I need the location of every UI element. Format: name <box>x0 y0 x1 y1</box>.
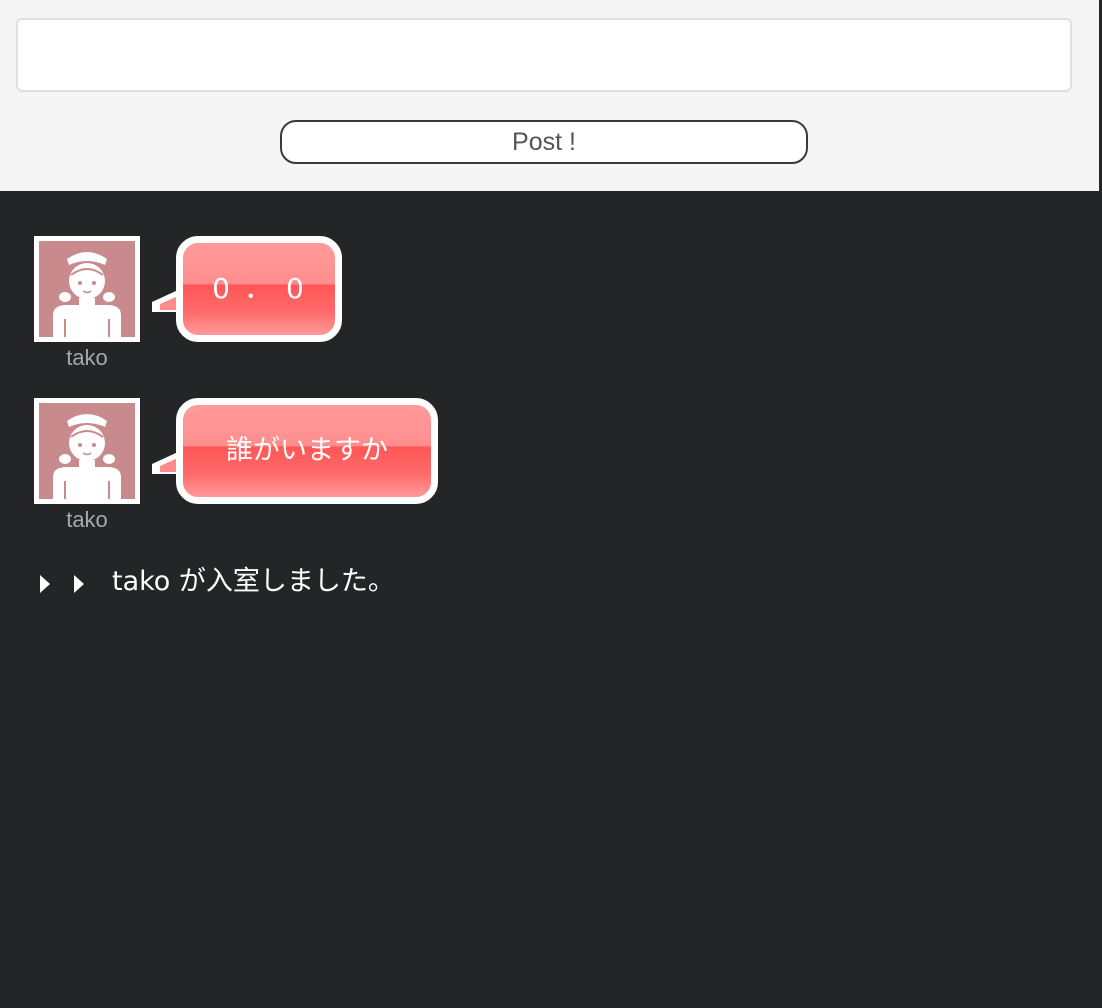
user-name: tako <box>66 507 108 532</box>
user-name: tako <box>66 345 108 370</box>
avatar[interactable] <box>34 398 140 504</box>
post-button[interactable]: Post ! <box>280 120 808 164</box>
notice-text: tako が入室しました。 <box>112 566 395 597</box>
message-text: 0．0 <box>176 236 342 342</box>
triangle-arrow-icon <box>74 575 84 593</box>
message-text: 誰がいますか <box>176 398 438 504</box>
post-form: Post ! <box>0 0 1102 191</box>
chat-log: tako 0．0 tako 誰がいますか tako が入室しました。 <box>0 192 1102 1008</box>
triangle-arrow-icon <box>40 575 50 593</box>
maid-avatar-icon <box>39 403 135 499</box>
maid-avatar-icon <box>39 241 135 337</box>
message-input[interactable] <box>16 18 1072 92</box>
avatar[interactable] <box>34 236 140 342</box>
